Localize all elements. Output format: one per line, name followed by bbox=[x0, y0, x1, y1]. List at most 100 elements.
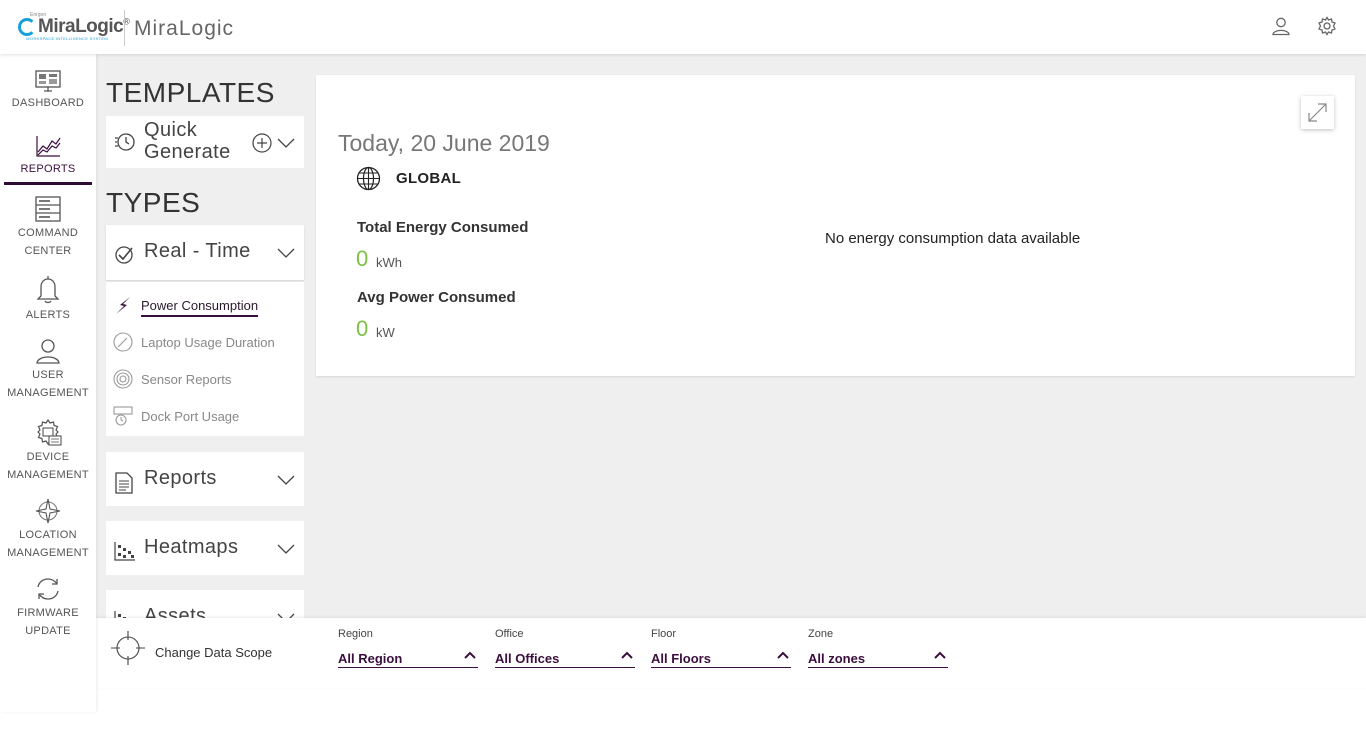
brand-name: MiraLogic bbox=[134, 17, 235, 40]
power-unit: kW bbox=[376, 325, 395, 340]
floor-value: All Floors bbox=[651, 651, 711, 666]
nav-reports-label: REPORTS bbox=[20, 163, 76, 175]
report-card: Today, 20 June 2019 GLOBAL Total Energy … bbox=[316, 75, 1355, 376]
energy-value: 0 bbox=[356, 246, 369, 271]
sub-item-label: Dock Port Usage bbox=[141, 409, 240, 424]
energy-label: Total Energy Consumed bbox=[357, 219, 529, 236]
data-scope-bar: Change Data Scope Region All Region Offi… bbox=[96, 618, 1366, 688]
power-value: 0 bbox=[356, 316, 369, 341]
logo-tagline: WORKSPACE INTELLIGENCE SYSTEM bbox=[26, 36, 108, 41]
expand-button[interactable] bbox=[1301, 96, 1334, 129]
sensor-icon bbox=[113, 369, 133, 389]
user-icon[interactable] bbox=[1271, 16, 1291, 36]
nav-device-management[interactable]: DEVICE MANAGEMENT bbox=[0, 418, 96, 484]
laptop-gauge-icon bbox=[113, 332, 133, 352]
expand-icon bbox=[1308, 103, 1327, 122]
nav-user-management[interactable]: USER MANAGEMENT bbox=[0, 338, 96, 402]
realtime-panel-header[interactable]: Real - Time bbox=[106, 225, 304, 280]
line-chart-icon bbox=[36, 136, 61, 157]
nav-device-label-2: MANAGEMENT bbox=[7, 469, 89, 481]
nav-alerts[interactable]: ALERTS bbox=[0, 274, 96, 324]
logo-text: MiraLogic® bbox=[38, 16, 130, 37]
chevron-down-icon[interactable] bbox=[277, 475, 295, 485]
assets-title: Assets bbox=[144, 605, 207, 618]
change-data-scope-label: Change Data Scope bbox=[155, 645, 273, 660]
power-label: Avg Power Consumed bbox=[357, 289, 516, 306]
nav-dashboard-label: DASHBOARD bbox=[11, 97, 85, 109]
bell-icon bbox=[36, 276, 60, 304]
nav-command-center[interactable]: COMMAND CENTER bbox=[0, 196, 96, 260]
sub-item-label: Laptop Usage Duration bbox=[141, 335, 275, 350]
change-data-scope-button[interactable]: Change Data Scope bbox=[108, 626, 308, 678]
energy-unit: kWh bbox=[376, 255, 402, 270]
floor-label: Floor bbox=[651, 628, 677, 640]
heatmaps-panel-header[interactable]: Heatmaps bbox=[106, 521, 304, 575]
chevron-up-icon bbox=[777, 651, 789, 659]
left-nav: DASHBOARD REPORTS COMMAND CENTER ALERTS bbox=[0, 54, 96, 712]
no-data-message: No energy consumption data available bbox=[825, 230, 1081, 247]
nav-reports[interactable]: REPORTS bbox=[0, 134, 96, 178]
office-label: Office bbox=[495, 628, 524, 640]
chevron-down-icon[interactable] bbox=[277, 138, 295, 148]
floor-filter[interactable]: Floor All Floors bbox=[651, 628, 791, 668]
document-icon bbox=[115, 472, 133, 494]
reports-title: Reports bbox=[144, 467, 217, 489]
quick-generate-panel[interactable]: Quick Generate bbox=[106, 116, 304, 168]
nav-device-label-1: DEVICE bbox=[26, 451, 70, 463]
app-header: MiraLogic® Enrgon WORKSPACE INTELLIGENCE… bbox=[0, 0, 1366, 54]
quick-generate-label-1: Quick bbox=[144, 119, 198, 141]
list-item[interactable]: Power Consumption bbox=[106, 286, 304, 323]
region-label: Region bbox=[338, 628, 373, 640]
chevron-up-icon bbox=[621, 651, 633, 659]
nav-firmware-label-1: FIRMWARE bbox=[17, 607, 79, 619]
nav-active-indicator bbox=[4, 182, 92, 185]
nav-user-label-1: USER bbox=[32, 369, 64, 381]
nav-location-label-1: LOCATION bbox=[19, 529, 77, 541]
refresh-icon bbox=[37, 578, 59, 600]
globe-icon bbox=[356, 166, 381, 191]
timer-icon bbox=[115, 133, 135, 151]
floor-select[interactable]: All Floors bbox=[651, 646, 791, 668]
heatmaps-title: Heatmaps bbox=[144, 536, 239, 558]
list-item[interactable]: Laptop Usage Duration bbox=[106, 323, 304, 360]
nav-user-label-2: MANAGEMENT bbox=[7, 387, 89, 399]
dock-clock-icon bbox=[113, 406, 133, 426]
zone-label: Zone bbox=[808, 628, 834, 640]
region-filter[interactable]: Region All Region bbox=[338, 628, 478, 668]
crosshair-icon bbox=[111, 631, 145, 665]
chevron-down-icon[interactable] bbox=[277, 544, 295, 554]
report-date: Today, 20 June 2019 bbox=[338, 130, 550, 156]
zone-value: All zones bbox=[808, 651, 866, 666]
nav-command-label-1: COMMAND bbox=[17, 227, 79, 239]
realtime-title: Real - Time bbox=[144, 240, 251, 262]
nav-firmware-update[interactable]: FIRMWARE UPDATE bbox=[0, 576, 96, 640]
logo-divider bbox=[124, 10, 125, 46]
assets-panel-header[interactable]: Assets bbox=[106, 590, 304, 618]
gear-icon[interactable] bbox=[1317, 16, 1337, 36]
nav-location-management[interactable]: LOCATION MANAGEMENT bbox=[0, 498, 96, 562]
list-item[interactable]: Sensor Reports bbox=[106, 360, 304, 397]
office-filter[interactable]: Office All Offices bbox=[495, 628, 635, 668]
zone-select[interactable]: All zones bbox=[808, 646, 948, 668]
nav-command-label-2: CENTER bbox=[24, 245, 72, 257]
logo-small-text: Enrgon bbox=[30, 12, 47, 18]
lightning-icon bbox=[116, 297, 130, 314]
nav-dashboard[interactable]: DASHBOARD bbox=[0, 70, 96, 112]
region-select[interactable]: All Region bbox=[338, 646, 478, 668]
nav-alerts-label: ALERTS bbox=[25, 309, 71, 321]
office-value: All Offices bbox=[495, 651, 560, 666]
quick-generate-title: Quick Generate bbox=[144, 119, 231, 163]
office-select[interactable]: All Offices bbox=[495, 646, 635, 668]
nav-firmware-label-2: UPDATE bbox=[25, 625, 71, 637]
dashboard-icon bbox=[35, 70, 61, 92]
chevron-down-icon[interactable] bbox=[277, 248, 295, 258]
logo-swirl-icon bbox=[18, 18, 36, 36]
sub-item-label: Sensor Reports bbox=[141, 372, 232, 387]
assets-icon bbox=[114, 611, 126, 618]
heatmap-icon bbox=[114, 542, 135, 561]
add-circle-icon[interactable] bbox=[252, 133, 272, 153]
list-item[interactable]: Dock Port Usage bbox=[106, 397, 304, 434]
sub-item-label: Power Consumption bbox=[141, 298, 259, 317]
reports-panel-header[interactable]: Reports bbox=[106, 452, 304, 506]
zone-filter[interactable]: Zone All zones bbox=[808, 628, 948, 668]
